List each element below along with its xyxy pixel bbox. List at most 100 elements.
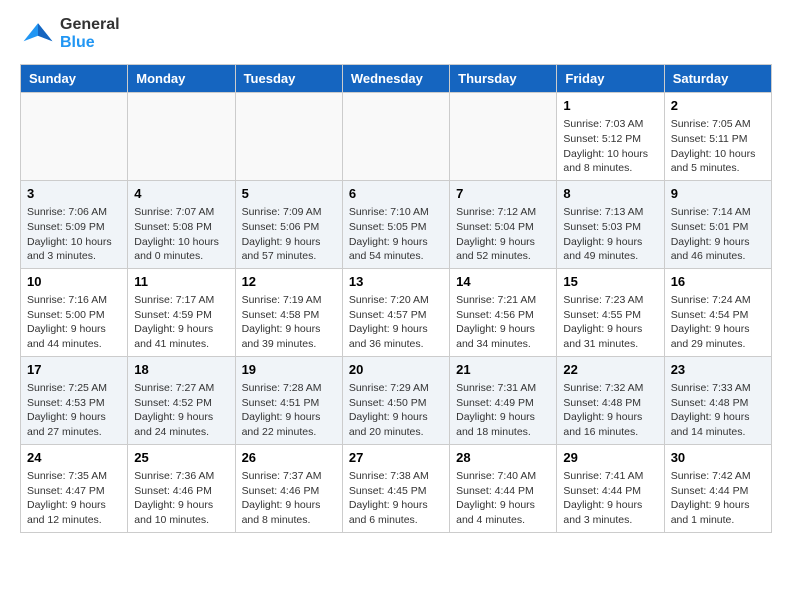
calendar-cell: 17 Sunrise: 7:25 AM Sunset: 4:53 PM Dayli…: [21, 356, 128, 444]
day-info: Sunrise: 7:13 AM Sunset: 5:03 PM Dayligh…: [563, 205, 657, 264]
day-info: Sunrise: 7:21 AM Sunset: 4:56 PM Dayligh…: [456, 293, 550, 352]
day-info: Sunrise: 7:27 AM Sunset: 4:52 PM Dayligh…: [134, 381, 228, 440]
logo-icon: [20, 16, 56, 52]
calendar-cell: 14 Sunrise: 7:21 AM Sunset: 4:56 PM Dayli…: [450, 268, 557, 356]
calendar-cell: [450, 93, 557, 181]
day-number: 12: [242, 273, 336, 291]
calendar-cell: [235, 93, 342, 181]
calendar-cell: [128, 93, 235, 181]
calendar-week-row: 24 Sunrise: 7:35 AM Sunset: 4:47 PM Dayli…: [21, 444, 772, 532]
day-info: Sunrise: 7:24 AM Sunset: 4:54 PM Dayligh…: [671, 293, 765, 352]
day-info: Sunrise: 7:05 AM Sunset: 5:11 PM Dayligh…: [671, 117, 765, 176]
day-number: 21: [456, 361, 550, 379]
calendar-cell: 9 Sunrise: 7:14 AM Sunset: 5:01 PM Daylig…: [664, 180, 771, 268]
calendar-cell: 1 Sunrise: 7:03 AM Sunset: 5:12 PM Daylig…: [557, 93, 664, 181]
day-number: 8: [563, 185, 657, 203]
day-number: 13: [349, 273, 443, 291]
day-number: 4: [134, 185, 228, 203]
day-info: Sunrise: 7:31 AM Sunset: 4:49 PM Dayligh…: [456, 381, 550, 440]
weekday-header: Friday: [557, 65, 664, 93]
weekday-header: Sunday: [21, 65, 128, 93]
day-info: Sunrise: 7:41 AM Sunset: 4:44 PM Dayligh…: [563, 469, 657, 528]
calendar-cell: 24 Sunrise: 7:35 AM Sunset: 4:47 PM Dayli…: [21, 444, 128, 532]
calendar-cell: 19Sunrise: 7:28 AM Sunset: 4:51 PM Dayli…: [235, 356, 342, 444]
day-info: Sunrise: 7:03 AM Sunset: 5:12 PM Dayligh…: [563, 117, 657, 176]
day-info: Sunrise: 7:14 AM Sunset: 5:01 PM Dayligh…: [671, 205, 765, 264]
day-number: 17: [27, 361, 121, 379]
calendar-cell: 20 Sunrise: 7:29 AM Sunset: 4:50 PM Dayli…: [342, 356, 449, 444]
calendar-week-row: 3Sunrise: 7:06 AM Sunset: 5:09 PM Daylig…: [21, 180, 772, 268]
calendar-cell: 27 Sunrise: 7:38 AM Sunset: 4:45 PM Dayli…: [342, 444, 449, 532]
day-number: 25: [134, 449, 228, 467]
day-number: 20: [349, 361, 443, 379]
calendar-cell: 8 Sunrise: 7:13 AM Sunset: 5:03 PM Daylig…: [557, 180, 664, 268]
weekday-header: Saturday: [664, 65, 771, 93]
day-number: 1: [563, 97, 657, 115]
calendar-table: SundayMondayTuesdayWednesdayThursdayFrid…: [20, 64, 772, 533]
day-info: Sunrise: 7:37 AM Sunset: 4:46 PM Dayligh…: [242, 469, 336, 528]
calendar-cell: 4 Sunrise: 7:07 AM Sunset: 5:08 PM Daylig…: [128, 180, 235, 268]
day-number: 19: [242, 361, 336, 379]
day-info: Sunrise: 7:40 AM Sunset: 4:44 PM Dayligh…: [456, 469, 550, 528]
day-info: Sunrise: 7:29 AM Sunset: 4:50 PM Dayligh…: [349, 381, 443, 440]
calendar-cell: 10Sunrise: 7:16 AM Sunset: 5:00 PM Dayli…: [21, 268, 128, 356]
day-info: Sunrise: 7:19 AM Sunset: 4:58 PM Dayligh…: [242, 293, 336, 352]
day-number: 30: [671, 449, 765, 467]
calendar-cell: 28 Sunrise: 7:40 AM Sunset: 4:44 PM Dayli…: [450, 444, 557, 532]
calendar-cell: [342, 93, 449, 181]
calendar-cell: 13 Sunrise: 7:20 AM Sunset: 4:57 PM Dayli…: [342, 268, 449, 356]
day-number: 26: [242, 449, 336, 467]
calendar-cell: 25 Sunrise: 7:36 AM Sunset: 4:46 PM Dayli…: [128, 444, 235, 532]
day-number: 16: [671, 273, 765, 291]
day-number: 6: [349, 185, 443, 203]
day-number: 9: [671, 185, 765, 203]
day-info: Sunrise: 7:17 AM Sunset: 4:59 PM Dayligh…: [134, 293, 228, 352]
calendar-week-row: 10Sunrise: 7:16 AM Sunset: 5:00 PM Dayli…: [21, 268, 772, 356]
calendar-cell: 7 Sunrise: 7:12 AM Sunset: 5:04 PM Daylig…: [450, 180, 557, 268]
day-info: Sunrise: 7:23 AM Sunset: 4:55 PM Dayligh…: [563, 293, 657, 352]
calendar-cell: 21 Sunrise: 7:31 AM Sunset: 4:49 PM Dayli…: [450, 356, 557, 444]
day-number: 28: [456, 449, 550, 467]
day-number: 2: [671, 97, 765, 115]
calendar-cell: 22 Sunrise: 7:32 AM Sunset: 4:48 PM Dayli…: [557, 356, 664, 444]
day-info: Sunrise: 7:16 AM Sunset: 5:00 PM Dayligh…: [27, 293, 121, 352]
day-number: 7: [456, 185, 550, 203]
calendar-cell: 12 Sunrise: 7:19 AM Sunset: 4:58 PM Dayli…: [235, 268, 342, 356]
day-info: Sunrise: 7:35 AM Sunset: 4:47 PM Dayligh…: [27, 469, 121, 528]
day-number: 24: [27, 449, 121, 467]
calendar-cell: 15 Sunrise: 7:23 AM Sunset: 4:55 PM Dayli…: [557, 268, 664, 356]
day-number: 27: [349, 449, 443, 467]
day-info: Sunrise: 7:20 AM Sunset: 4:57 PM Dayligh…: [349, 293, 443, 352]
calendar-header-row: SundayMondayTuesdayWednesdayThursdayFrid…: [21, 65, 772, 93]
day-number: 5: [242, 185, 336, 203]
day-info: Sunrise: 7:33 AM Sunset: 4:48 PM Dayligh…: [671, 381, 765, 440]
logo: General Blue: [20, 16, 120, 52]
day-info: Sunrise: 7:25 AM Sunset: 4:53 PM Dayligh…: [27, 381, 121, 440]
weekday-header: Tuesday: [235, 65, 342, 93]
weekday-header: Wednesday: [342, 65, 449, 93]
day-info: Sunrise: 7:06 AM Sunset: 5:09 PM Dayligh…: [27, 205, 121, 264]
calendar-cell: 29Sunrise: 7:41 AM Sunset: 4:44 PM Dayli…: [557, 444, 664, 532]
logo-text: General Blue: [60, 16, 120, 52]
day-info: Sunrise: 7:12 AM Sunset: 5:04 PM Dayligh…: [456, 205, 550, 264]
calendar-cell: 5 Sunrise: 7:09 AM Sunset: 5:06 PM Daylig…: [235, 180, 342, 268]
calendar-cell: 11Sunrise: 7:17 AM Sunset: 4:59 PM Dayli…: [128, 268, 235, 356]
calendar-cell: [21, 93, 128, 181]
day-info: Sunrise: 7:36 AM Sunset: 4:46 PM Dayligh…: [134, 469, 228, 528]
day-info: Sunrise: 7:09 AM Sunset: 5:06 PM Dayligh…: [242, 205, 336, 264]
header: General Blue: [20, 16, 772, 52]
calendar-cell: 16 Sunrise: 7:24 AM Sunset: 4:54 PM Dayli…: [664, 268, 771, 356]
day-number: 14: [456, 273, 550, 291]
day-number: 22: [563, 361, 657, 379]
calendar-cell: 30Sunrise: 7:42 AM Sunset: 4:44 PM Dayli…: [664, 444, 771, 532]
page-container: General Blue SundayMondayTuesdayWednesda…: [0, 0, 792, 549]
calendar-cell: 23Sunrise: 7:33 AM Sunset: 4:48 PM Dayli…: [664, 356, 771, 444]
calendar-cell: 6 Sunrise: 7:10 AM Sunset: 5:05 PM Daylig…: [342, 180, 449, 268]
day-info: Sunrise: 7:07 AM Sunset: 5:08 PM Dayligh…: [134, 205, 228, 264]
day-info: Sunrise: 7:10 AM Sunset: 5:05 PM Dayligh…: [349, 205, 443, 264]
day-info: Sunrise: 7:32 AM Sunset: 4:48 PM Dayligh…: [563, 381, 657, 440]
day-info: Sunrise: 7:38 AM Sunset: 4:45 PM Dayligh…: [349, 469, 443, 528]
day-number: 18: [134, 361, 228, 379]
day-number: 15: [563, 273, 657, 291]
calendar-cell: 26 Sunrise: 7:37 AM Sunset: 4:46 PM Dayli…: [235, 444, 342, 532]
